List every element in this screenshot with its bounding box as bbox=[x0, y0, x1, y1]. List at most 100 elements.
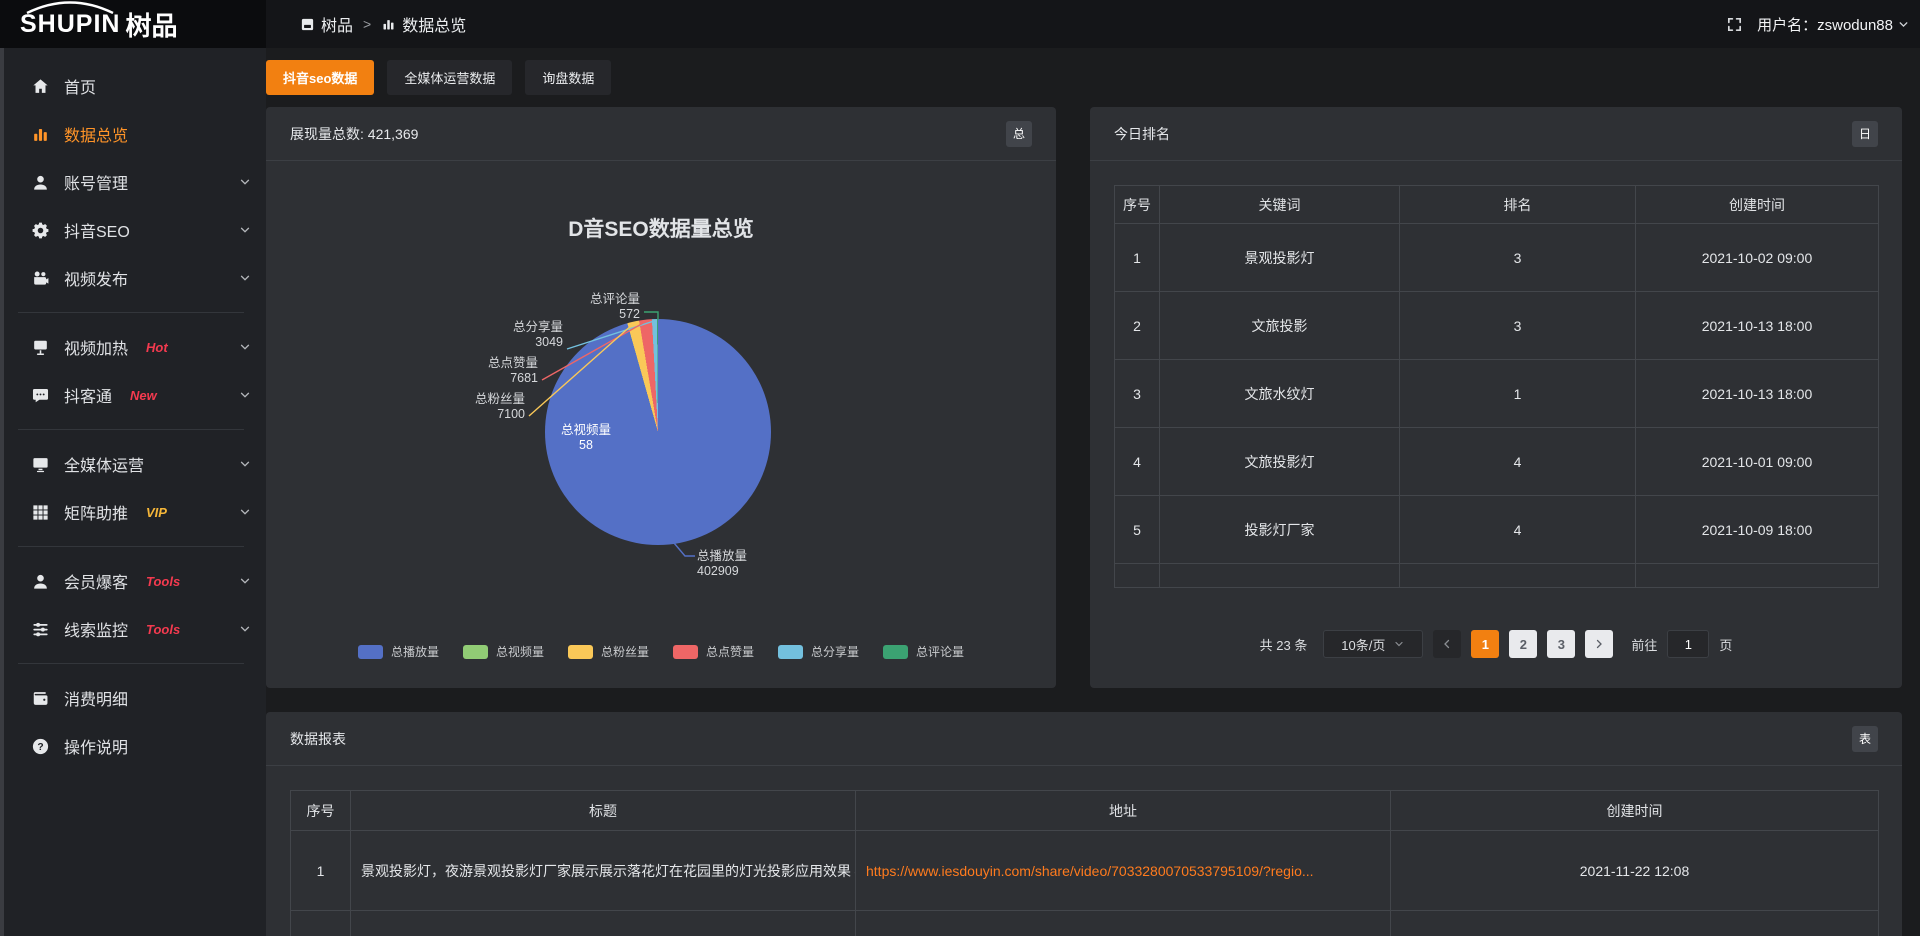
topbar: SHUPIN 树品 树品>数据总览 用户名：zswodun88 bbox=[0, 0, 1920, 48]
cell: 4 bbox=[1400, 496, 1636, 564]
sidebar: 首页数据总览账号管理抖音SEO 视频发布视频加热Hot抖客通New 全媒体运营矩阵助… bbox=[0, 48, 266, 936]
page-size-value: 10条/页 bbox=[1341, 635, 1385, 654]
tab-media-operation-data[interactable]: 全媒体运营数据 bbox=[387, 60, 512, 95]
sidebar-item-label: 数据总览 bbox=[64, 122, 128, 146]
data-tabs: 抖音seo数据全媒体运营数据询盘数据 bbox=[266, 60, 1902, 95]
legend-item-总分享量[interactable]: 总分享量 bbox=[778, 643, 859, 660]
cell: 文旅水纹灯 bbox=[1160, 360, 1400, 428]
column-header: 排名 bbox=[1400, 186, 1636, 224]
cell bbox=[351, 911, 856, 936]
sidebar-item-data-overview[interactable]: 数据总览 bbox=[0, 110, 266, 158]
sidebar-item-label: 全媒体运营 bbox=[64, 452, 144, 476]
sidebar-item-label: 视频发布 bbox=[64, 266, 128, 290]
table-row: 1景观投影灯32021-10-02 09:00 bbox=[1115, 224, 1879, 292]
legend-label: 总点赞量 bbox=[706, 643, 754, 660]
logo[interactable]: SHUPIN 树品 bbox=[0, 0, 266, 48]
gear-icon bbox=[30, 221, 50, 240]
table-row: 1景观投影灯，夜游景观投影灯厂家展示展示落花灯在花园里的灯光投影应用效果 #ht… bbox=[291, 831, 1879, 911]
chevron-down-icon bbox=[238, 340, 252, 354]
cell bbox=[1636, 564, 1879, 588]
grid-icon bbox=[30, 503, 50, 522]
legend-swatch bbox=[883, 645, 908, 659]
data-report-panel-header: 数据报表 表 bbox=[266, 712, 1902, 766]
cell: 1 bbox=[291, 831, 351, 911]
day-badge-button[interactable]: 日 bbox=[1852, 121, 1878, 147]
seo-overview-panel: 展现量总数: 421,369 总 D音SEO数据量总览 总评论量572总分享量3… bbox=[266, 107, 1056, 688]
goto-page-input[interactable] bbox=[1667, 630, 1709, 658]
sidebar-item-media-operation[interactable]: 全媒体运营 bbox=[0, 440, 266, 488]
sidebar-item-badge: VIP bbox=[146, 505, 167, 520]
legend-item-总点赞量[interactable]: 总点赞量 bbox=[673, 643, 754, 660]
pie-label-name: 总点赞量 bbox=[438, 356, 538, 371]
breadcrumb-label: 数据总览 bbox=[402, 12, 466, 36]
pie-label-name: 总分享量 bbox=[463, 320, 563, 335]
breadcrumb-item-data-overview[interactable]: 数据总览 bbox=[381, 12, 466, 36]
video-camera-icon bbox=[30, 269, 50, 288]
pie-connector-总播放量 bbox=[674, 543, 695, 556]
page-button-3[interactable]: 3 bbox=[1547, 630, 1575, 658]
ranking-table: 序号关键词排名创建时间 1景观投影灯32021-10-02 09:002文旅投影… bbox=[1114, 185, 1879, 588]
legend-label: 总视频量 bbox=[496, 643, 544, 660]
column-header: 地址 bbox=[856, 791, 1391, 831]
chevron-down-icon bbox=[238, 622, 252, 636]
legend-item-总视频量[interactable]: 总视频量 bbox=[463, 643, 544, 660]
sidebar-item-member-baoke[interactable]: 会员爆客Tools bbox=[0, 557, 266, 605]
sidebar-item-label: 视频加热 bbox=[64, 335, 128, 359]
pagination-total-label: 共 23 条 bbox=[1260, 635, 1308, 654]
user-menu[interactable]: 用户名：zswodun88 bbox=[1757, 14, 1910, 35]
legend-item-总粉丝量[interactable]: 总粉丝量 bbox=[568, 643, 649, 660]
sidebar-item-video-heating[interactable]: 视频加热Hot bbox=[0, 323, 266, 371]
pie-label-value: 58 bbox=[538, 438, 634, 453]
sidebar-item-douketong[interactable]: 抖客通New bbox=[0, 371, 266, 419]
pie-label-name: 总评论量 bbox=[540, 292, 640, 307]
pie-label-name: 总播放量 bbox=[697, 549, 807, 564]
menu-divider bbox=[18, 546, 244, 547]
column-header: 创建时间 bbox=[1636, 186, 1879, 224]
app-root: SHUPIN 树品 树品>数据总览 用户名：zswodun88 首页数据总览账号… bbox=[0, 0, 1920, 936]
breadcrumb-item-shupin[interactable]: 树品 bbox=[300, 12, 353, 36]
pie-label-name: 总视频量 bbox=[538, 423, 634, 438]
cell: 投影灯厂家 bbox=[1160, 496, 1400, 564]
sidebar-item-matrix-boost[interactable]: 矩阵助推VIP bbox=[0, 488, 266, 536]
breadcrumb: 树品>数据总览 bbox=[266, 0, 1726, 48]
cell: 3 bbox=[1115, 360, 1160, 428]
next-page-button[interactable] bbox=[1585, 630, 1613, 658]
sidebar-item-account-management[interactable]: 账号管理 bbox=[0, 158, 266, 206]
chevron-down-icon bbox=[238, 505, 252, 519]
sidebar-item-label: 首页 bbox=[64, 74, 96, 98]
page-size-select[interactable]: 10条/页 bbox=[1323, 630, 1423, 658]
member-icon bbox=[30, 572, 50, 591]
sidebar-item-label: 抖音SEO bbox=[64, 218, 130, 242]
sidebar-scrollbar[interactable] bbox=[0, 48, 4, 936]
sidebar-item-operation-guide[interactable]: ?操作说明 bbox=[0, 722, 266, 770]
page-button-2[interactable]: 2 bbox=[1509, 630, 1537, 658]
fullscreen-icon[interactable] bbox=[1726, 16, 1743, 33]
legend-swatch bbox=[778, 645, 803, 659]
sidebar-item-video-publish[interactable]: 视频发布 bbox=[0, 254, 266, 302]
sidebar-item-label: 会员爆客 bbox=[64, 569, 128, 593]
sidebar-menu: 首页数据总览账号管理抖音SEO 视频发布视频加热Hot抖客通New 全媒体运营矩阵助… bbox=[0, 62, 266, 770]
legend-item-总评论量[interactable]: 总评论量 bbox=[883, 643, 964, 660]
sidebar-item-lead-monitor[interactable]: 线索监控Tools bbox=[0, 605, 266, 653]
table-row: 4文旅投影灯42021-10-01 09:00 bbox=[1115, 428, 1879, 496]
tab-douyin-seo-data[interactable]: 抖音seo数据 bbox=[266, 60, 374, 95]
sidebar-item-douyin-seo[interactable]: 抖音SEO bbox=[0, 206, 266, 254]
total-badge-button[interactable]: 总 bbox=[1006, 121, 1032, 147]
page-button-1[interactable]: 1 bbox=[1471, 630, 1499, 658]
legend-item-总播放量[interactable]: 总播放量 bbox=[358, 643, 439, 660]
tab-inquiry-data[interactable]: 询盘数据 bbox=[525, 60, 611, 95]
table-filler-row bbox=[291, 911, 1879, 936]
seo-overview-panel-header: 展现量总数: 421,369 总 bbox=[266, 107, 1056, 161]
sidebar-item-home[interactable]: 首页 bbox=[0, 62, 266, 110]
cell bbox=[291, 911, 351, 936]
prev-page-button[interactable] bbox=[1433, 630, 1461, 658]
report-url-link[interactable]: https://www.iesdouyin.com/share/video/70… bbox=[866, 863, 1314, 879]
pie-label-总粉丝量: 总粉丝量7100 bbox=[425, 392, 525, 422]
sidebar-item-consumption-detail[interactable]: 消费明细 bbox=[0, 674, 266, 722]
cell bbox=[1400, 564, 1636, 588]
pie-label-总分享量: 总分享量3049 bbox=[463, 320, 563, 350]
table-badge-button[interactable]: 表 bbox=[1852, 726, 1878, 752]
sidebar-item-label: 账号管理 bbox=[64, 170, 128, 194]
legend-swatch bbox=[673, 645, 698, 659]
today-ranking-title: 今日排名 bbox=[1114, 124, 1170, 144]
